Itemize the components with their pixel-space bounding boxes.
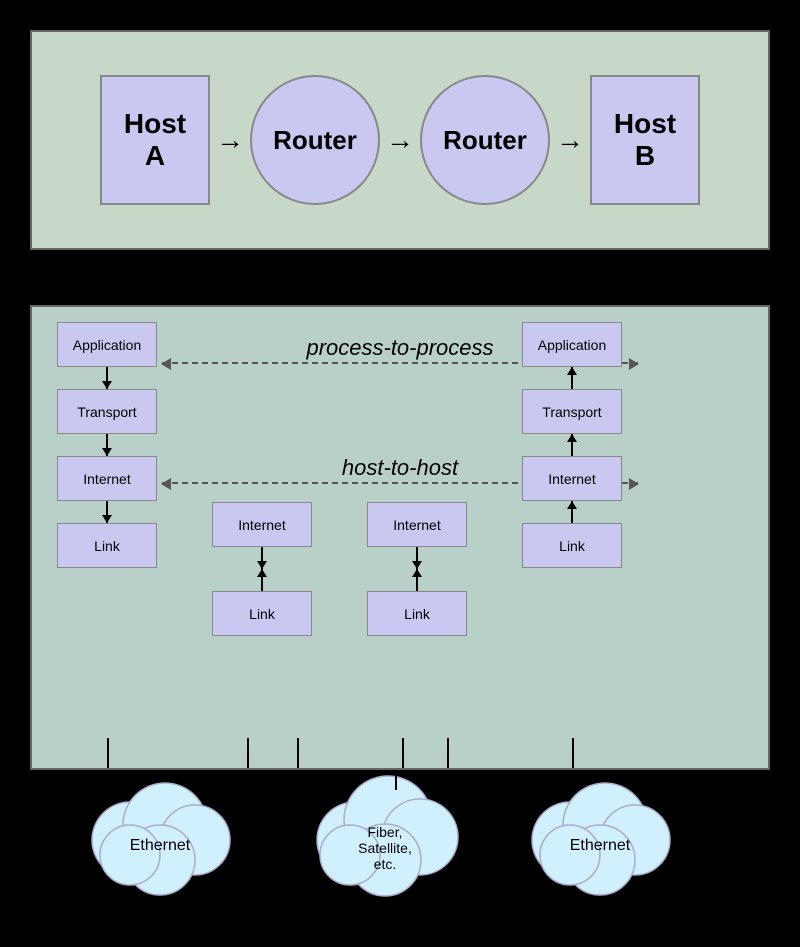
host-b-label: Host B — [614, 108, 676, 172]
router2-bidir-arrows — [416, 547, 418, 591]
bottom-diagram: process-to-process host-to-host Applicat… — [30, 305, 770, 770]
host-a-transport: Transport — [57, 389, 157, 434]
svg-text:Satellite,: Satellite, — [358, 840, 412, 856]
arrow-app-to-transport-a — [106, 367, 108, 389]
ethernet-left-label: Ethernet — [130, 837, 191, 854]
arrow-internet-to-transport-b — [571, 434, 573, 456]
line-to-ethernet-left — [105, 770, 107, 790]
tick-r1-right — [297, 738, 299, 768]
host-b-box: Host B — [590, 75, 700, 205]
h2h-label: host-to-host — [342, 455, 458, 481]
router1-label: Router — [273, 125, 357, 156]
router1-link: Link — [212, 591, 312, 636]
host-b-link: Link — [522, 523, 622, 568]
line-to-r2-right — [395, 770, 397, 790]
p2p-label: process-to-process — [306, 335, 493, 361]
host-b-transport: Transport — [522, 389, 622, 434]
router2-link: Link — [367, 591, 467, 636]
arrow-down-r2 — [416, 547, 418, 569]
router2-stack: Internet Link — [367, 502, 467, 636]
ethernet-right-label: Ethernet — [570, 837, 631, 854]
line-to-r1-left — [240, 770, 242, 790]
tick-r1-left — [247, 738, 249, 768]
arrow-router2-to-host-b: → — [550, 124, 590, 156]
host-a-internet: Internet — [57, 456, 157, 501]
host-b-stack: Application Transport Internet Link — [522, 322, 622, 568]
arrow-up-r1 — [261, 569, 263, 591]
p2p-arrow-head-left — [161, 358, 171, 370]
host-a-application: Application — [57, 322, 157, 367]
host-a-stack: Application Transport Internet Link — [57, 322, 157, 568]
router1-internet: Internet — [212, 502, 312, 547]
arrow-down-r1 — [261, 547, 263, 569]
arrow-host-a-to-router1: → — [210, 124, 250, 156]
h2h-arrow-head-left — [161, 478, 171, 490]
svg-text:etc.: etc. — [374, 856, 397, 872]
arrow-up-r2 — [416, 569, 418, 591]
arrow-link-to-internet-b — [571, 501, 573, 523]
arrow-internet-to-link-a — [106, 501, 108, 523]
router2-label: Router — [443, 125, 527, 156]
h2h-arrow-head-right — [629, 478, 639, 490]
arrow-transport-to-app-b — [571, 367, 573, 389]
cloud-ethernet-left: Ethernet — [80, 760, 240, 900]
router1-stack: Internet Link — [212, 502, 312, 636]
p2p-arrow-head — [629, 358, 639, 370]
host-b-application: Application — [522, 322, 622, 367]
router1-circle: Router — [250, 75, 380, 205]
host-a-box: Host A — [100, 75, 210, 205]
cloud-fiber-center: Fiber, Satellite, etc. — [300, 755, 470, 905]
host-a-link: Link — [57, 523, 157, 568]
svg-text:Fiber,: Fiber, — [367, 824, 402, 840]
cloud-ethernet-right: Ethernet — [520, 760, 680, 900]
host-a-label: Host A — [124, 108, 186, 172]
arrow-transport-to-internet-a — [106, 434, 108, 456]
line-to-ethernet-right — [565, 770, 567, 790]
router1-bidir-arrows — [261, 547, 263, 591]
top-diagram: Host A → Router → Router → Host B — [30, 30, 770, 250]
arrow-router1-to-router2: → — [380, 124, 420, 156]
router2-internet: Internet — [367, 502, 467, 547]
router2-circle: Router — [420, 75, 550, 205]
host-b-internet: Internet — [522, 456, 622, 501]
